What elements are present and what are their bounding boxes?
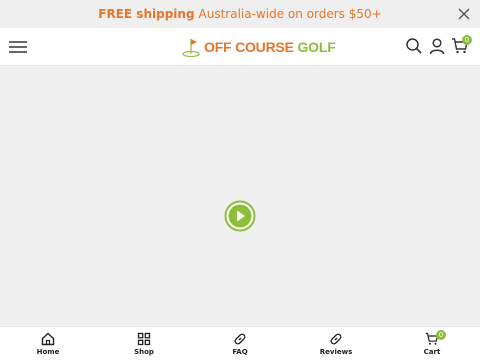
nav-cart-count-badge: 0: [436, 330, 446, 340]
site-header: OFF COURSE GOLF 0: [0, 28, 480, 66]
nav-home[interactable]: Home: [0, 327, 96, 360]
nav-label-reviews: Reviews: [319, 348, 353, 356]
nav-cart[interactable]: 0 Cart: [384, 327, 480, 360]
announcement-bold: FREE shipping: [98, 7, 195, 21]
video-area[interactable]: [0, 66, 480, 326]
menu-icon[interactable]: [8, 39, 28, 55]
logo-text: OFF COURSE GOLF: [204, 39, 336, 55]
link-icon: [234, 333, 246, 345]
site-logo[interactable]: OFF COURSE GOLF: [182, 36, 336, 58]
announcement-text: Australia-wide on orders $50+: [198, 7, 382, 21]
home-icon: [41, 332, 55, 346]
account-icon[interactable]: [428, 37, 446, 55]
announcement-bar: FREE shipping Australia-wide on orders $…: [0, 0, 480, 28]
play-icon[interactable]: [224, 200, 256, 232]
nav-label-home: Home: [36, 348, 60, 356]
cart-count-badge: 0: [462, 35, 472, 45]
nav-label-shop: Shop: [134, 348, 154, 356]
nav-label-cart: Cart: [423, 348, 441, 356]
grid-icon: [137, 332, 151, 346]
link-icon: [330, 333, 342, 345]
nav-shop[interactable]: Shop: [96, 327, 192, 360]
bottom-nav: Home Shop FAQ Reviews 0 Cart: [0, 326, 480, 360]
golf-flag-icon: [182, 39, 200, 57]
nav-faq[interactable]: FAQ: [192, 327, 288, 360]
nav-reviews[interactable]: Reviews: [288, 327, 384, 360]
nav-label-faq: FAQ: [232, 348, 248, 356]
close-icon[interactable]: [456, 6, 472, 22]
search-icon[interactable]: [405, 37, 423, 55]
